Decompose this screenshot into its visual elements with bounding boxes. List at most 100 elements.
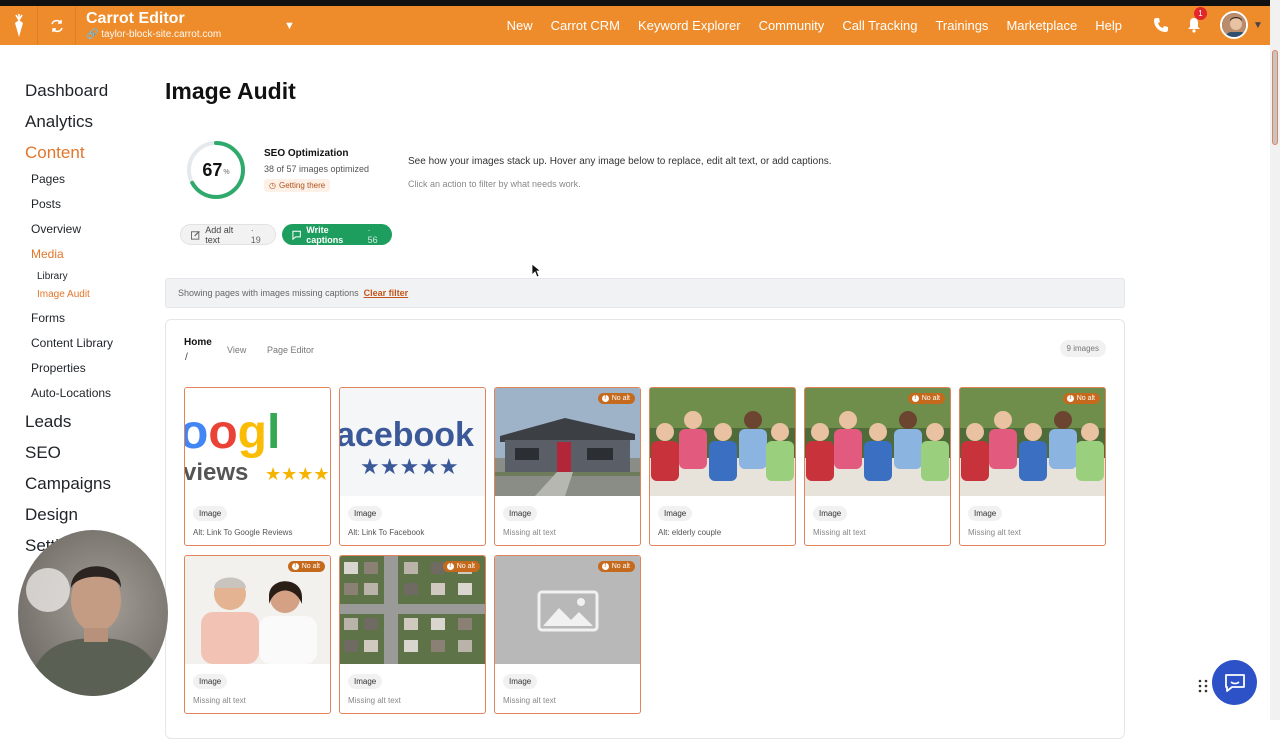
nav-help[interactable]: Help	[1095, 18, 1122, 33]
sidebar-item-campaigns[interactable]: Campaigns	[25, 473, 165, 504]
link-icon: 🔗	[86, 29, 99, 40]
sidebar-item-media[interactable]: Media	[31, 245, 165, 270]
image-type-tag: Image	[503, 674, 538, 689]
sidebar-item-pages[interactable]: Pages	[31, 170, 165, 195]
image-card[interactable]: ! No alt Image Missing alt text	[804, 387, 951, 546]
write-captions-button[interactable]: Write captions · 56	[282, 224, 392, 245]
sidebar-item-image-audit[interactable]: Image Audit	[37, 288, 165, 309]
seo-score: 67%	[186, 140, 246, 200]
filter-bar: Showing pages with images missing captio…	[165, 278, 1125, 308]
google-logo-text: oogl	[185, 406, 280, 459]
seo-count: 38 of 57 images optimized	[264, 164, 370, 174]
alt-text-label: Missing alt text	[813, 528, 866, 537]
sidebar-item-content-library[interactable]: Content Library	[31, 334, 165, 359]
image-type-tag: Image	[968, 506, 1003, 521]
image-card[interactable]: ! No alt Image Missing alt text	[494, 555, 641, 714]
image-type-tag: Image	[348, 506, 383, 521]
clock-icon: ◷	[269, 181, 276, 190]
nav-community[interactable]: Community	[759, 18, 825, 33]
clear-filter-link[interactable]: Clear filter	[364, 288, 409, 298]
add-alt-text-count: · 19	[250, 224, 261, 245]
status-badge-text: Getting there	[278, 181, 326, 190]
image-type-tag: Image	[193, 674, 228, 689]
site-switcher[interactable]: Carrot Editor 🔗 taylor-block-site.carrot…	[86, 10, 246, 41]
image-preview[interactable]	[960, 388, 1105, 496]
sidebar-item-seo[interactable]: SEO	[25, 442, 165, 473]
add-alt-text-button[interactable]: Add alt text · 19	[180, 224, 276, 245]
carrot-icon	[14, 13, 23, 37]
image-preview[interactable]	[495, 388, 640, 496]
google-reviews-image: ooglviews ★★★★	[185, 388, 330, 496]
no-alt-label: No alt	[301, 563, 320, 570]
nav-marketplace[interactable]: Marketplace	[1006, 18, 1077, 33]
group-photo-image	[960, 388, 1105, 496]
sidebar-item-auto-locations[interactable]: Auto-Locations	[31, 384, 165, 409]
phone-icon[interactable]	[1153, 17, 1169, 33]
warning-icon: !	[601, 395, 609, 402]
facebook-image: acebook★★★★★	[340, 388, 485, 496]
switch-site-button[interactable]	[38, 6, 76, 45]
nav-carrot-crm[interactable]: Carrot CRM	[551, 18, 620, 33]
sidebar-item-content[interactable]: Content	[25, 142, 165, 173]
write-captions-label: Write captions	[306, 224, 344, 245]
write-captions-count: · 56	[367, 224, 378, 245]
warning-icon: !	[291, 563, 299, 570]
no-alt-badge: ! No alt	[1062, 393, 1100, 404]
seo-title: SEO Optimization	[264, 148, 349, 159]
house-image	[495, 388, 640, 496]
image-card[interactable]: ! No alt Image Missing alt text	[959, 387, 1106, 546]
sidebar-item-overview[interactable]: Overview	[31, 220, 165, 245]
image-preview[interactable]: ooglviews ★★★★	[185, 388, 330, 496]
page-path: /	[185, 352, 188, 363]
image-card[interactable]: acebook ★★★★★ Image Alt: Link To Facebook	[339, 387, 486, 546]
user-avatar[interactable]	[1220, 11, 1248, 39]
no-alt-badge: ! No alt	[597, 561, 635, 572]
page-images-card: Home / View Page Editor 9 images ooglvie…	[165, 319, 1125, 739]
no-alt-badge: ! No alt	[907, 393, 945, 404]
sidebar: Dashboard Analytics Content Pages Posts …	[25, 80, 165, 566]
page-scrollbar[interactable]	[1270, 0, 1280, 720]
no-alt-badge: ! No alt	[442, 561, 480, 572]
image-preview[interactable]	[650, 388, 795, 496]
image-card[interactable]: Image Alt: elderly couple	[649, 387, 796, 546]
nav-trainings[interactable]: Trainings	[935, 18, 988, 33]
sidebar-item-analytics[interactable]: Analytics	[25, 111, 165, 142]
nav-keyword-explorer[interactable]: Keyword Explorer	[638, 18, 741, 33]
nav-call-tracking[interactable]: Call Tracking	[842, 18, 917, 33]
chevron-down-icon[interactable]: ▼	[284, 20, 295, 32]
chat-button[interactable]	[1212, 660, 1257, 705]
sidebar-item-properties[interactable]: Properties	[31, 359, 165, 384]
image-preview[interactable]	[340, 556, 485, 664]
sidebar-item-library[interactable]: Library	[37, 270, 165, 288]
refresh-icon	[50, 19, 63, 32]
main-content: Image Audit 67% SEO Optimization 38 of 5…	[165, 78, 1125, 739]
image-card[interactable]: ! No alt Image Missing alt text	[339, 555, 486, 714]
seo-score-value: 67	[202, 159, 223, 180]
carrot-logo[interactable]	[0, 6, 38, 45]
sidebar-item-leads[interactable]: Leads	[25, 411, 165, 442]
view-link[interactable]: View	[227, 345, 246, 355]
webcam-person	[26, 566, 164, 696]
chevron-down-icon[interactable]: ▼	[1253, 20, 1263, 31]
sidebar-item-posts[interactable]: Posts	[31, 195, 165, 220]
no-alt-label: No alt	[611, 395, 630, 402]
seo-hint: Click an action to filter by what needs …	[408, 179, 581, 189]
image-preview[interactable]	[805, 388, 950, 496]
no-alt-label: No alt	[456, 563, 475, 570]
status-badge: ◷ Getting there	[264, 179, 331, 192]
sidebar-item-dashboard[interactable]: Dashboard	[25, 80, 165, 111]
image-card[interactable]: ! No alt Image Missing alt text	[494, 387, 641, 546]
nav-new[interactable]: New	[507, 18, 533, 33]
scrollbar-thumb[interactable]	[1272, 50, 1278, 145]
image-card[interactable]: ! No alt Image Missing alt text	[184, 555, 331, 714]
sidebar-item-forms[interactable]: Forms	[31, 309, 165, 334]
image-preview[interactable]	[495, 556, 640, 664]
drag-handle-icon[interactable]	[1198, 679, 1208, 693]
group-photo-image	[805, 388, 950, 496]
page-editor-link[interactable]: Page Editor	[267, 345, 314, 355]
no-alt-badge: ! No alt	[287, 561, 325, 572]
image-preview[interactable]: acebook ★★★★★	[340, 388, 485, 496]
image-preview[interactable]	[185, 556, 330, 664]
image-card[interactable]: ooglviews ★★★★ Image Alt: Link To Google Re…	[184, 387, 331, 546]
no-alt-label: No alt	[921, 395, 940, 402]
